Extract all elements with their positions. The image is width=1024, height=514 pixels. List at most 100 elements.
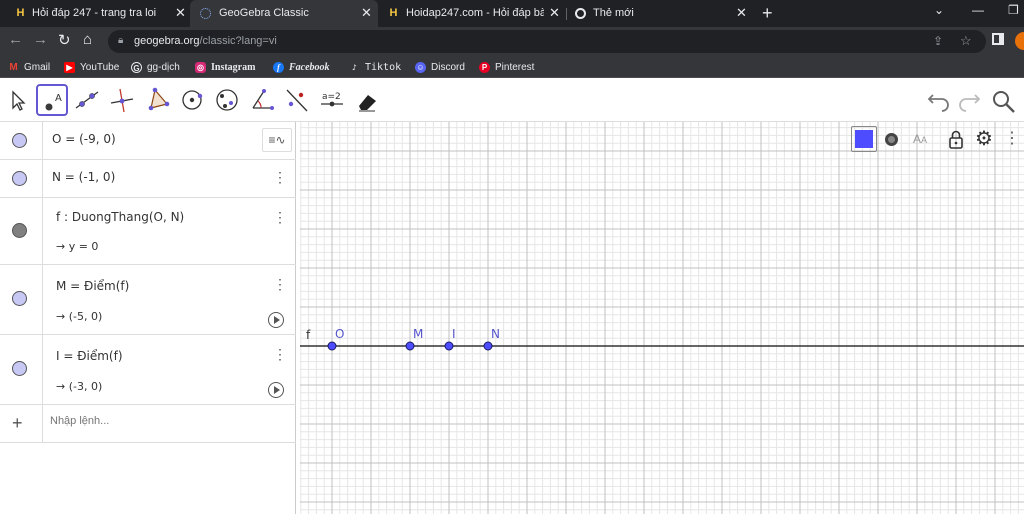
plus-icon[interactable]: + bbox=[12, 413, 23, 434]
h-logo-icon: H bbox=[389, 7, 398, 19]
tab-geogebra[interactable]: GeoGebra Classic ✕ bbox=[190, 0, 378, 27]
polygon-tool-button[interactable] bbox=[141, 84, 173, 116]
youtube-icon: ▶ bbox=[64, 61, 75, 73]
bookmark-label: YouTube bbox=[80, 61, 120, 73]
move-tool-button[interactable] bbox=[2, 84, 34, 116]
row-divider bbox=[42, 122, 43, 159]
algebra-row-I[interactable]: I = Điểm(f) → (-3, 0) ⋮ bbox=[0, 335, 296, 405]
bookmark-label: Gmail bbox=[24, 61, 51, 73]
search-icon[interactable] bbox=[992, 90, 1016, 114]
perpendicular-line-tool-button[interactable] bbox=[106, 84, 138, 116]
visibility-toggle[interactable] bbox=[12, 223, 27, 238]
restore-icon[interactable]: ❐ bbox=[1008, 3, 1019, 17]
graphics-canvas[interactable]: fOMIN bbox=[300, 122, 1024, 514]
bookmark-discord[interactable]: ☺ Discord bbox=[415, 59, 465, 75]
gmail-icon: M bbox=[9, 61, 18, 73]
tab-title: Hoidap247.com - Hỏi đáp bài tập bbox=[406, 7, 544, 19]
close-icon[interactable]: ✕ bbox=[736, 5, 747, 21]
more-options-icon[interactable]: ⋮ bbox=[273, 210, 287, 224]
more-options-icon[interactable]: ⋮ bbox=[273, 277, 287, 291]
lock-icon[interactable] bbox=[943, 126, 969, 152]
label-style-button[interactable]: AA bbox=[907, 126, 933, 152]
gear-icon[interactable]: ⚙ bbox=[971, 126, 997, 152]
color-swatch bbox=[855, 130, 873, 148]
algebra-row-f[interactable]: f : DuongThang(O, N) → y = 0 ⋮ bbox=[0, 198, 296, 265]
point-tool-button[interactable]: A bbox=[36, 84, 68, 116]
sidebar-toggle-icon[interactable] bbox=[992, 33, 1004, 45]
visibility-toggle[interactable] bbox=[12, 133, 27, 148]
chevron-down-icon[interactable]: ⌄ bbox=[934, 3, 944, 17]
algebra-definition[interactable]: O = (-9, 0) bbox=[52, 132, 116, 146]
bookmarks-bar: M Gmail ▶ YouTube Ggg-dịch ◎ Instagram f Fac… bbox=[0, 56, 1024, 78]
facebook-icon: f bbox=[273, 61, 284, 73]
bookmark-label: Tiktok bbox=[365, 61, 402, 73]
algebra-definition[interactable]: f : DuongThang(O, N) bbox=[56, 210, 184, 224]
minimize-icon[interactable]: — bbox=[972, 3, 984, 17]
lock-icon[interactable]: 🔒︎ bbox=[118, 35, 123, 46]
bookmark-youtube[interactable]: ▶ YouTube bbox=[64, 59, 119, 75]
bookmark-instagram[interactable]: ◎ Instagram bbox=[195, 59, 255, 75]
algebra-row-M[interactable]: M = Điểm(f) → (-5, 0) ⋮ bbox=[0, 265, 296, 335]
bookmark-tiktok[interactable]: ♪ Tiktok bbox=[349, 59, 401, 75]
share-icon[interactable]: ⇪ bbox=[933, 34, 943, 48]
algebra-input-row[interactable]: + bbox=[0, 405, 296, 443]
row-divider bbox=[42, 265, 43, 334]
home-icon[interactable]: ⌂ bbox=[83, 31, 92, 48]
tab-hoidap247[interactable]: H Hỏi đáp 247 - trang tra loi ✕ bbox=[10, 0, 190, 27]
line-tool-button[interactable] bbox=[71, 84, 103, 116]
back-arrow-icon[interactable]: ← bbox=[8, 31, 23, 48]
forward-arrow-icon[interactable]: → bbox=[33, 31, 48, 48]
close-icon[interactable]: ✕ bbox=[549, 5, 560, 21]
eraser-tool-button[interactable] bbox=[351, 84, 383, 116]
line-icon bbox=[75, 91, 99, 109]
point-style-button[interactable] bbox=[879, 126, 905, 152]
close-icon[interactable]: ✕ bbox=[361, 5, 372, 21]
slider-tool-button[interactable]: a=2 bbox=[316, 84, 348, 116]
more-options-icon[interactable]: ⋮ bbox=[273, 347, 287, 361]
avatar[interactable] bbox=[1015, 32, 1024, 50]
tab-new-tab[interactable]: Thẻ mới ✕ bbox=[567, 0, 755, 27]
bookmark-pinterest[interactable]: P Pinterest bbox=[479, 59, 534, 75]
graphics-view[interactable]: fOMIN bbox=[300, 122, 1024, 514]
command-input[interactable] bbox=[50, 415, 250, 427]
browser-tab-strip: H Hỏi đáp 247 - trang tra loi ✕ GeoGebra… bbox=[0, 0, 1024, 27]
more-options-icon[interactable]: ⋮ bbox=[273, 170, 287, 184]
loading-spinner-icon bbox=[200, 8, 211, 19]
bookmark-facebook[interactable]: f Facebook bbox=[273, 59, 330, 75]
play-animation-icon[interactable] bbox=[268, 382, 284, 398]
angle-tool-button[interactable] bbox=[246, 84, 278, 116]
algebra-definition[interactable]: N = (-1, 0) bbox=[52, 170, 115, 184]
star-icon[interactable]: ☆ bbox=[960, 33, 972, 49]
algebra-definition[interactable]: M = Điểm(f) bbox=[56, 279, 129, 293]
circle-tool-button[interactable] bbox=[176, 84, 208, 116]
eraser-icon bbox=[359, 95, 376, 112]
point-icon: A bbox=[45, 93, 62, 111]
color-button[interactable] bbox=[851, 126, 877, 152]
redo-icon[interactable] bbox=[956, 90, 982, 112]
circle-icon bbox=[182, 90, 203, 110]
visibility-toggle[interactable] bbox=[12, 291, 27, 306]
algebra-output: → y = 0 bbox=[56, 240, 99, 253]
row-divider bbox=[42, 405, 43, 442]
reload-icon[interactable]: ↻ bbox=[58, 31, 71, 49]
algebra-row-O[interactable]: O = (-9, 0) bbox=[0, 122, 296, 160]
algebra-definition[interactable]: I = Điểm(f) bbox=[56, 349, 123, 363]
new-tab-plus-icon[interactable]: + bbox=[762, 3, 773, 24]
undo-icon[interactable] bbox=[926, 90, 952, 112]
more-options-icon[interactable]: ⋮ bbox=[999, 126, 1024, 152]
bookmark-gg-dich[interactable]: Ggg-dịch bbox=[131, 59, 180, 75]
url-input[interactable]: 🔒︎ geogebra.org/classic?lang=vi ⇪ ☆ bbox=[108, 30, 986, 53]
tab-hoidap247-com[interactable]: H Hoidap247.com - Hỏi đáp bài tập ✕ bbox=[378, 0, 566, 27]
reflect-tool-button[interactable] bbox=[281, 84, 313, 116]
algebra-row-N[interactable]: N = (-1, 0) ⋮ bbox=[0, 160, 296, 198]
algebra-view: ≡∿ O = (-9, 0) N = (-1, 0) ⋮ f : DuongTh… bbox=[0, 122, 296, 514]
slider-tool-label: a=2 bbox=[322, 92, 341, 102]
point-style-icon bbox=[885, 133, 898, 146]
close-icon[interactable]: ✕ bbox=[175, 5, 186, 21]
visibility-toggle[interactable] bbox=[12, 171, 27, 186]
play-animation-icon[interactable] bbox=[268, 312, 284, 328]
conic-tool-button[interactable] bbox=[211, 84, 243, 116]
point-M bbox=[405, 341, 415, 351]
visibility-toggle[interactable] bbox=[12, 361, 27, 376]
bookmark-gmail[interactable]: M Gmail bbox=[8, 59, 50, 75]
